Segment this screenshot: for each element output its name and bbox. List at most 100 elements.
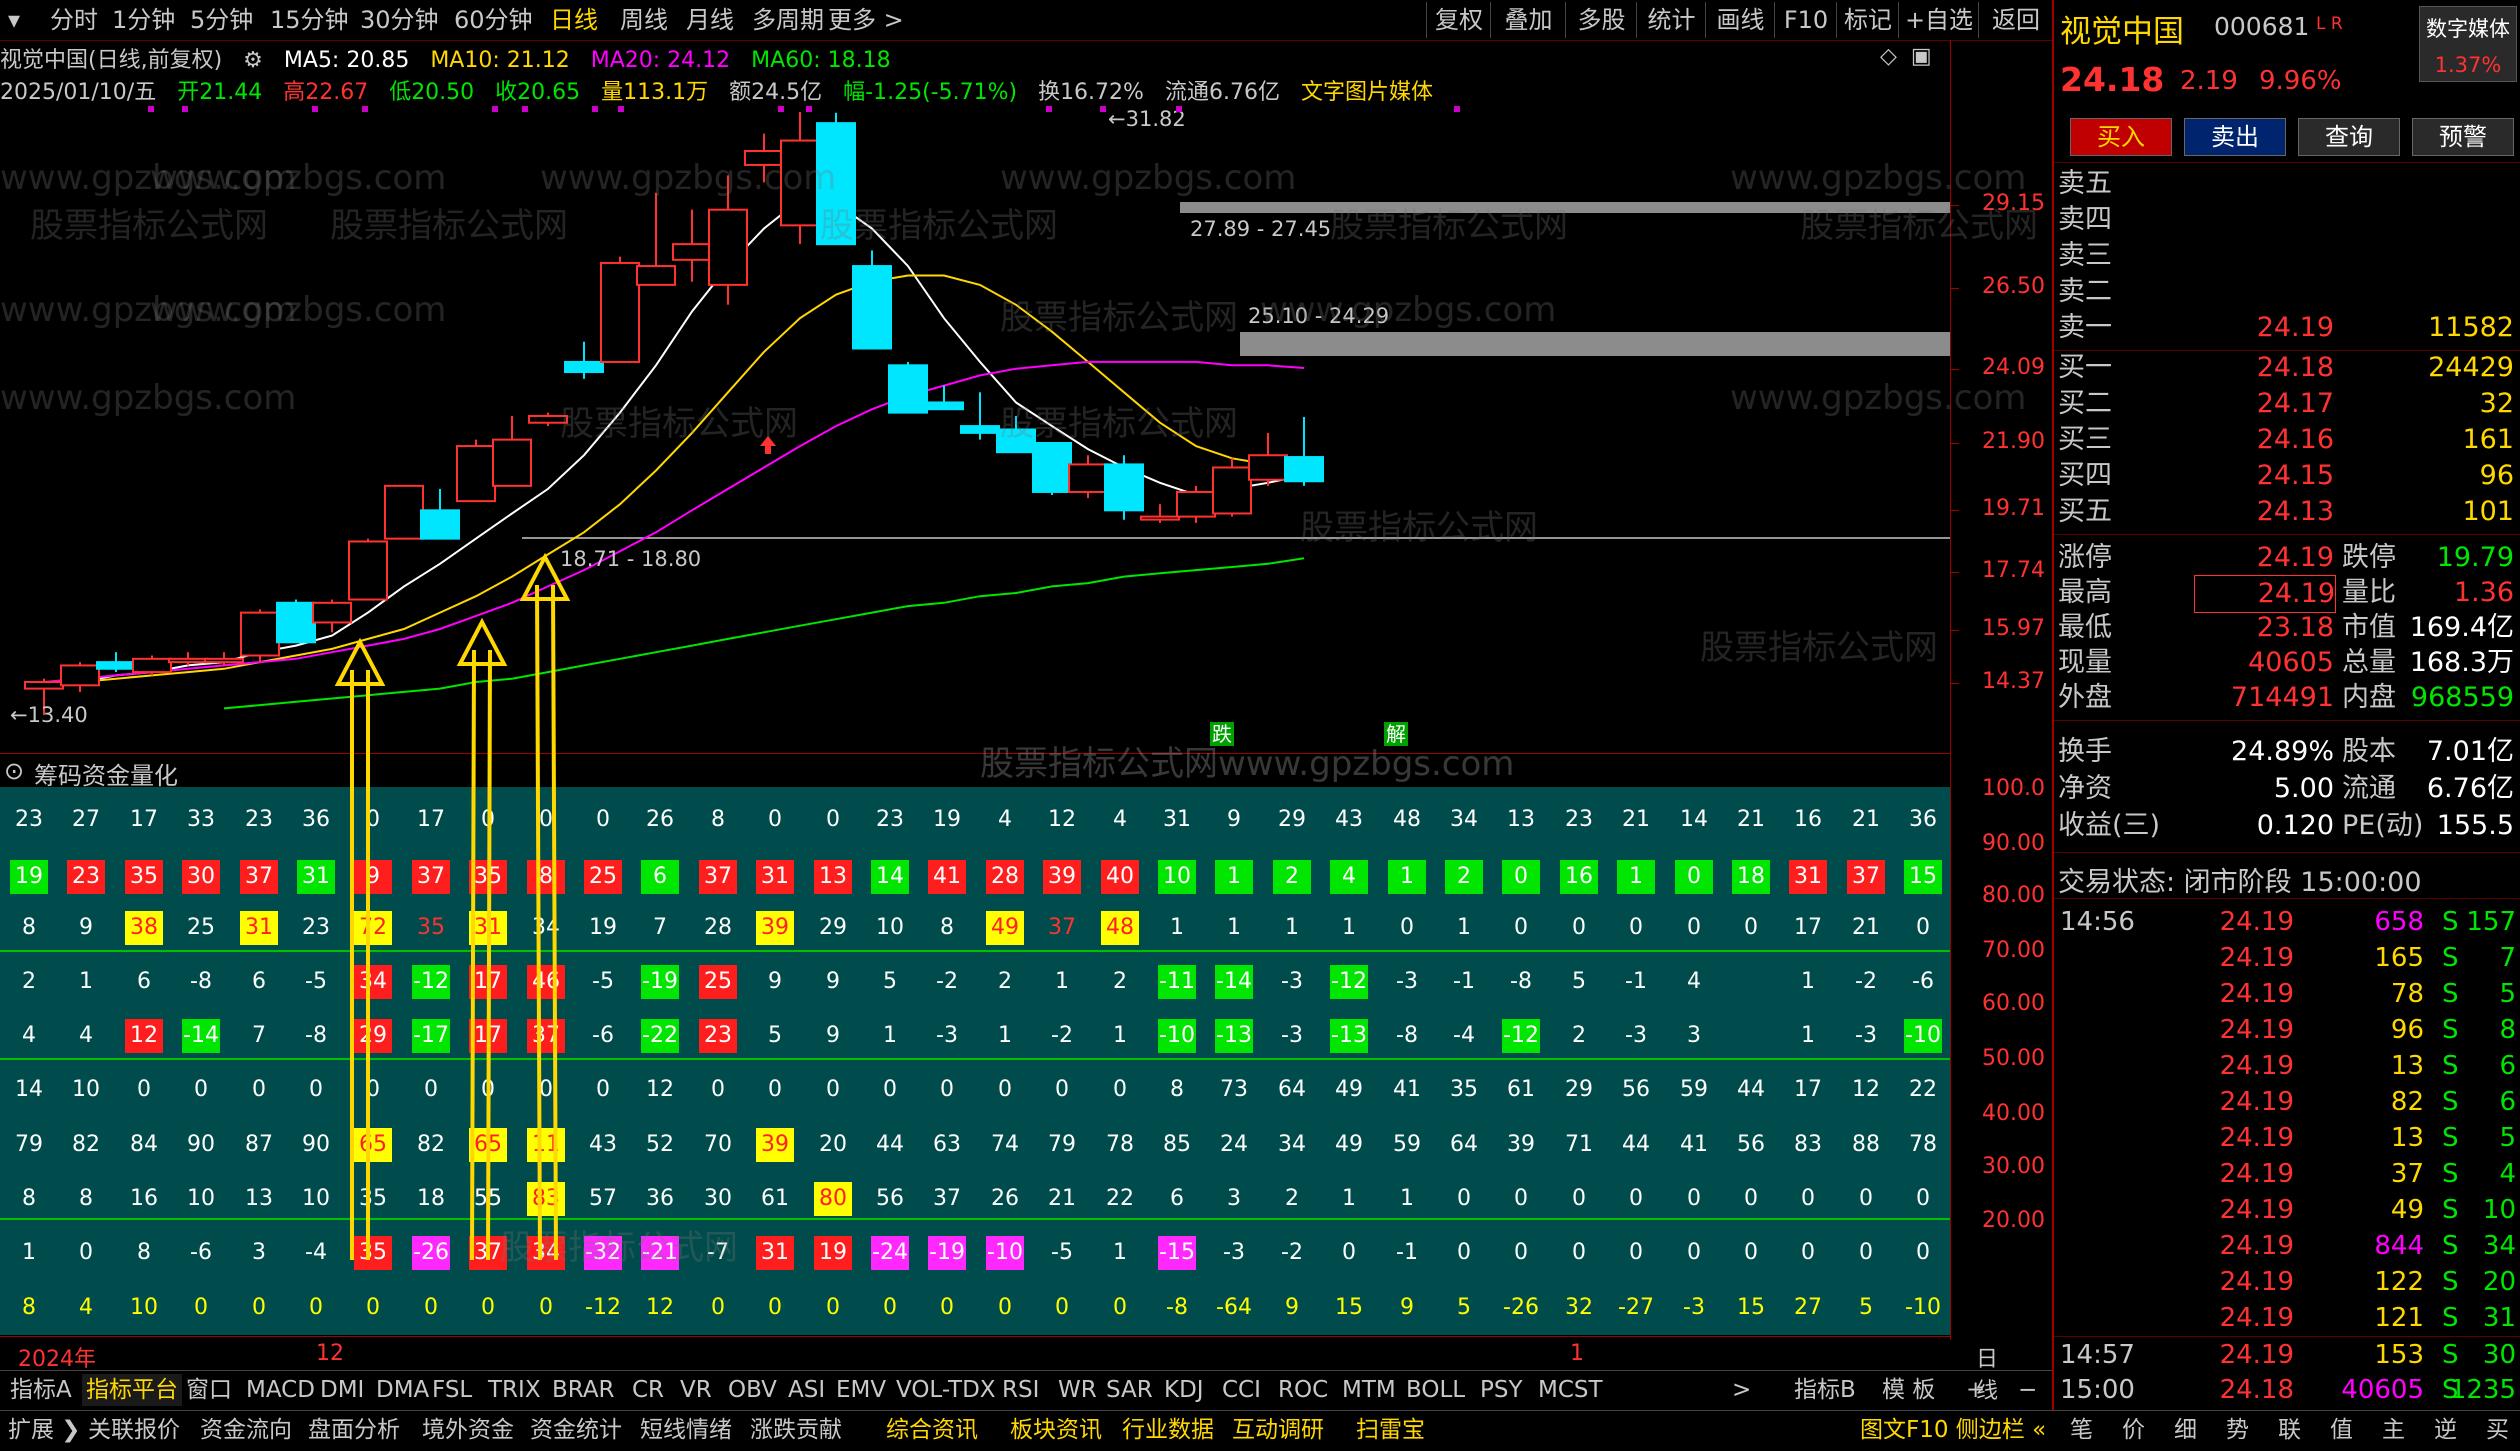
- footer-tab-0[interactable]: 扩展 ❯: [4, 1414, 85, 1446]
- stat-label: 外盘: [2058, 682, 2112, 713]
- indicator-tab-0[interactable]: 指标A: [6, 1374, 76, 1406]
- indicator-tab-12[interactable]: ASI: [784, 1374, 829, 1406]
- indicator-tab-24[interactable]: MCST: [1534, 1374, 1607, 1406]
- last-price: 24.18: [2060, 60, 2165, 99]
- tick-side: S: [2442, 1159, 2459, 1189]
- indicator-tab-9[interactable]: CR: [628, 1374, 668, 1406]
- tick-count: 6: [2499, 1051, 2516, 1081]
- tick-price: 24.19: [2219, 1015, 2294, 1045]
- fin-value: 6.76亿: [2426, 773, 2514, 804]
- footer-tab-5[interactable]: 资金统计: [526, 1414, 626, 1446]
- indicator-tab-17[interactable]: SAR: [1102, 1374, 1157, 1406]
- tick-price: 24.19: [2219, 1159, 2294, 1189]
- indicator-tab-right-1[interactable]: 模 板: [1878, 1374, 1939, 1406]
- trade-button-3[interactable]: 预警: [2412, 118, 2514, 156]
- indicator-tab-23[interactable]: PSY: [1476, 1374, 1527, 1406]
- quick-tab-3[interactable]: 势: [2222, 1414, 2253, 1446]
- indicator-tab-21[interactable]: MTM: [1338, 1374, 1400, 1406]
- indicator-tab-16[interactable]: WR: [1054, 1374, 1101, 1406]
- stat-label: 最低: [2058, 612, 2112, 643]
- bid-row: 买二 24.17 32: [2054, 386, 2520, 422]
- footer-tab-11[interactable]: 互动调研: [1228, 1414, 1328, 1446]
- indicator-tab-14[interactable]: VOL-TDX: [892, 1374, 1000, 1406]
- stat-label: 总量: [2342, 647, 2396, 678]
- stat-label: 现量: [2058, 647, 2112, 678]
- trade-button-1[interactable]: 卖出: [2184, 118, 2286, 156]
- indicator-tab-20[interactable]: ROC: [1274, 1374, 1332, 1406]
- stat-value: 1.36: [2453, 577, 2514, 608]
- indicator-tab-13[interactable]: EMV: [832, 1374, 890, 1406]
- signal-arrow-shaft: [535, 584, 542, 1261]
- sector-button-pct: 1.37%: [2434, 53, 2502, 77]
- indicator-tab-right-3[interactable]: −: [2014, 1374, 2041, 1406]
- tick-side: S: [2442, 943, 2459, 973]
- indicator-tab-19[interactable]: CCI: [1218, 1374, 1265, 1406]
- footer-tab-8[interactable]: 综合资讯: [882, 1414, 982, 1446]
- indicator-tab-5[interactable]: DMA: [372, 1374, 433, 1406]
- footer-tab-1[interactable]: 关联报价: [84, 1414, 184, 1446]
- indicator-tab-2[interactable]: 窗口: [182, 1374, 236, 1406]
- footer-tab-10[interactable]: 行业数据: [1118, 1414, 1218, 1446]
- sidebar-toggle[interactable]: 图文F10 侧边栏 «: [1856, 1414, 2050, 1446]
- tab-scroll-right-icon[interactable]: >: [1728, 1374, 1755, 1406]
- indicator-tab-8[interactable]: BRAR: [548, 1374, 619, 1406]
- tick-volume: 153: [2374, 1340, 2424, 1370]
- level-volume: 161: [2462, 424, 2514, 455]
- level-label: 卖三: [2058, 240, 2112, 271]
- stat-row: 外盘 714491 内盘 968559: [2054, 680, 2520, 716]
- indicator-tab-3[interactable]: MACD: [242, 1374, 319, 1406]
- quick-tab-8[interactable]: 买: [2482, 1414, 2513, 1446]
- indicator-tab-7[interactable]: TRIX: [484, 1374, 545, 1406]
- toolbar-button-8[interactable]: 返回: [1978, 2, 2053, 38]
- indicator-tab-1[interactable]: 指标平台: [82, 1374, 182, 1406]
- level-label: 买一: [2058, 352, 2112, 383]
- bid-row: 买三 24.16 161: [2054, 422, 2520, 458]
- stat-label: 跌停: [2342, 542, 2396, 573]
- ask-row: 卖三: [2054, 238, 2520, 274]
- level-price: 24.13: [2256, 496, 2334, 527]
- quick-tab-7[interactable]: 逆: [2430, 1414, 2461, 1446]
- indicator-tab-10[interactable]: VR: [676, 1374, 716, 1406]
- quick-tab-2[interactable]: 细: [2170, 1414, 2201, 1446]
- footer-tab-6[interactable]: 短线情绪: [636, 1414, 736, 1446]
- footer-tab-12[interactable]: 扫雷宝: [1352, 1414, 1429, 1446]
- footer-tab-3[interactable]: 盘面分析: [304, 1414, 404, 1446]
- tick-time: 14:57: [2060, 1340, 2135, 1370]
- tick-price: 24.19: [2219, 1195, 2294, 1225]
- level-label: 卖二: [2058, 276, 2112, 307]
- indicator-tick: 20.00: [1982, 1208, 2045, 1233]
- sector-button[interactable]: 数字媒体 1.37%: [2419, 6, 2517, 82]
- tick-row: 24.19 82 S 6: [2054, 1084, 2520, 1120]
- footer-tab-2[interactable]: 资金流向: [196, 1414, 296, 1446]
- indicator-tab-4[interactable]: DMI: [316, 1374, 368, 1406]
- tick-side: S: [2442, 979, 2459, 1009]
- price-tick: 14.37: [1982, 669, 2045, 694]
- quick-tab-1[interactable]: 价: [2118, 1414, 2149, 1446]
- footer-tab-7[interactable]: 涨跌贡献: [746, 1414, 846, 1446]
- footer-tab-4[interactable]: 境外资金: [418, 1414, 518, 1446]
- tick-volume: 37: [2390, 1159, 2424, 1189]
- indicator-tab-18[interactable]: KDJ: [1160, 1374, 1208, 1406]
- tick-price: 24.19: [2219, 907, 2294, 937]
- indicator-tab-right-2[interactable]: +: [1962, 1374, 1989, 1406]
- bid-row: 买五 24.13 101: [2054, 494, 2520, 530]
- indicator-tick: 80.00: [1982, 883, 2045, 908]
- footer-tab-9[interactable]: 板块资讯: [1006, 1414, 1106, 1446]
- quick-tab-4[interactable]: 联: [2274, 1414, 2305, 1446]
- indicator-tab-6[interactable]: FSL: [428, 1374, 476, 1406]
- quick-tab-5[interactable]: 值: [2326, 1414, 2357, 1446]
- trade-button-2[interactable]: 查询: [2298, 118, 2400, 156]
- indicator-tab-11[interactable]: OBV: [724, 1374, 781, 1406]
- trade-button-0[interactable]: 买入: [2070, 118, 2172, 156]
- indicator-tick: 60.00: [1982, 991, 2045, 1016]
- indicator-tab-right-0[interactable]: 指标B: [1790, 1374, 1860, 1406]
- tick-volume: 96: [2390, 1015, 2424, 1045]
- indicator-tab-15[interactable]: RSI: [998, 1374, 1043, 1406]
- quick-tab-0[interactable]: 笔: [2066, 1414, 2097, 1446]
- indicator-tab-22[interactable]: BOLL: [1402, 1374, 1469, 1406]
- tick-volume: 13: [2390, 1123, 2424, 1153]
- tick-volume: 122: [2374, 1267, 2424, 1297]
- quick-tab-6[interactable]: 主: [2378, 1414, 2409, 1446]
- tick-volume: 40605: [2341, 1375, 2424, 1405]
- price-change: 2.19: [2180, 66, 2238, 96]
